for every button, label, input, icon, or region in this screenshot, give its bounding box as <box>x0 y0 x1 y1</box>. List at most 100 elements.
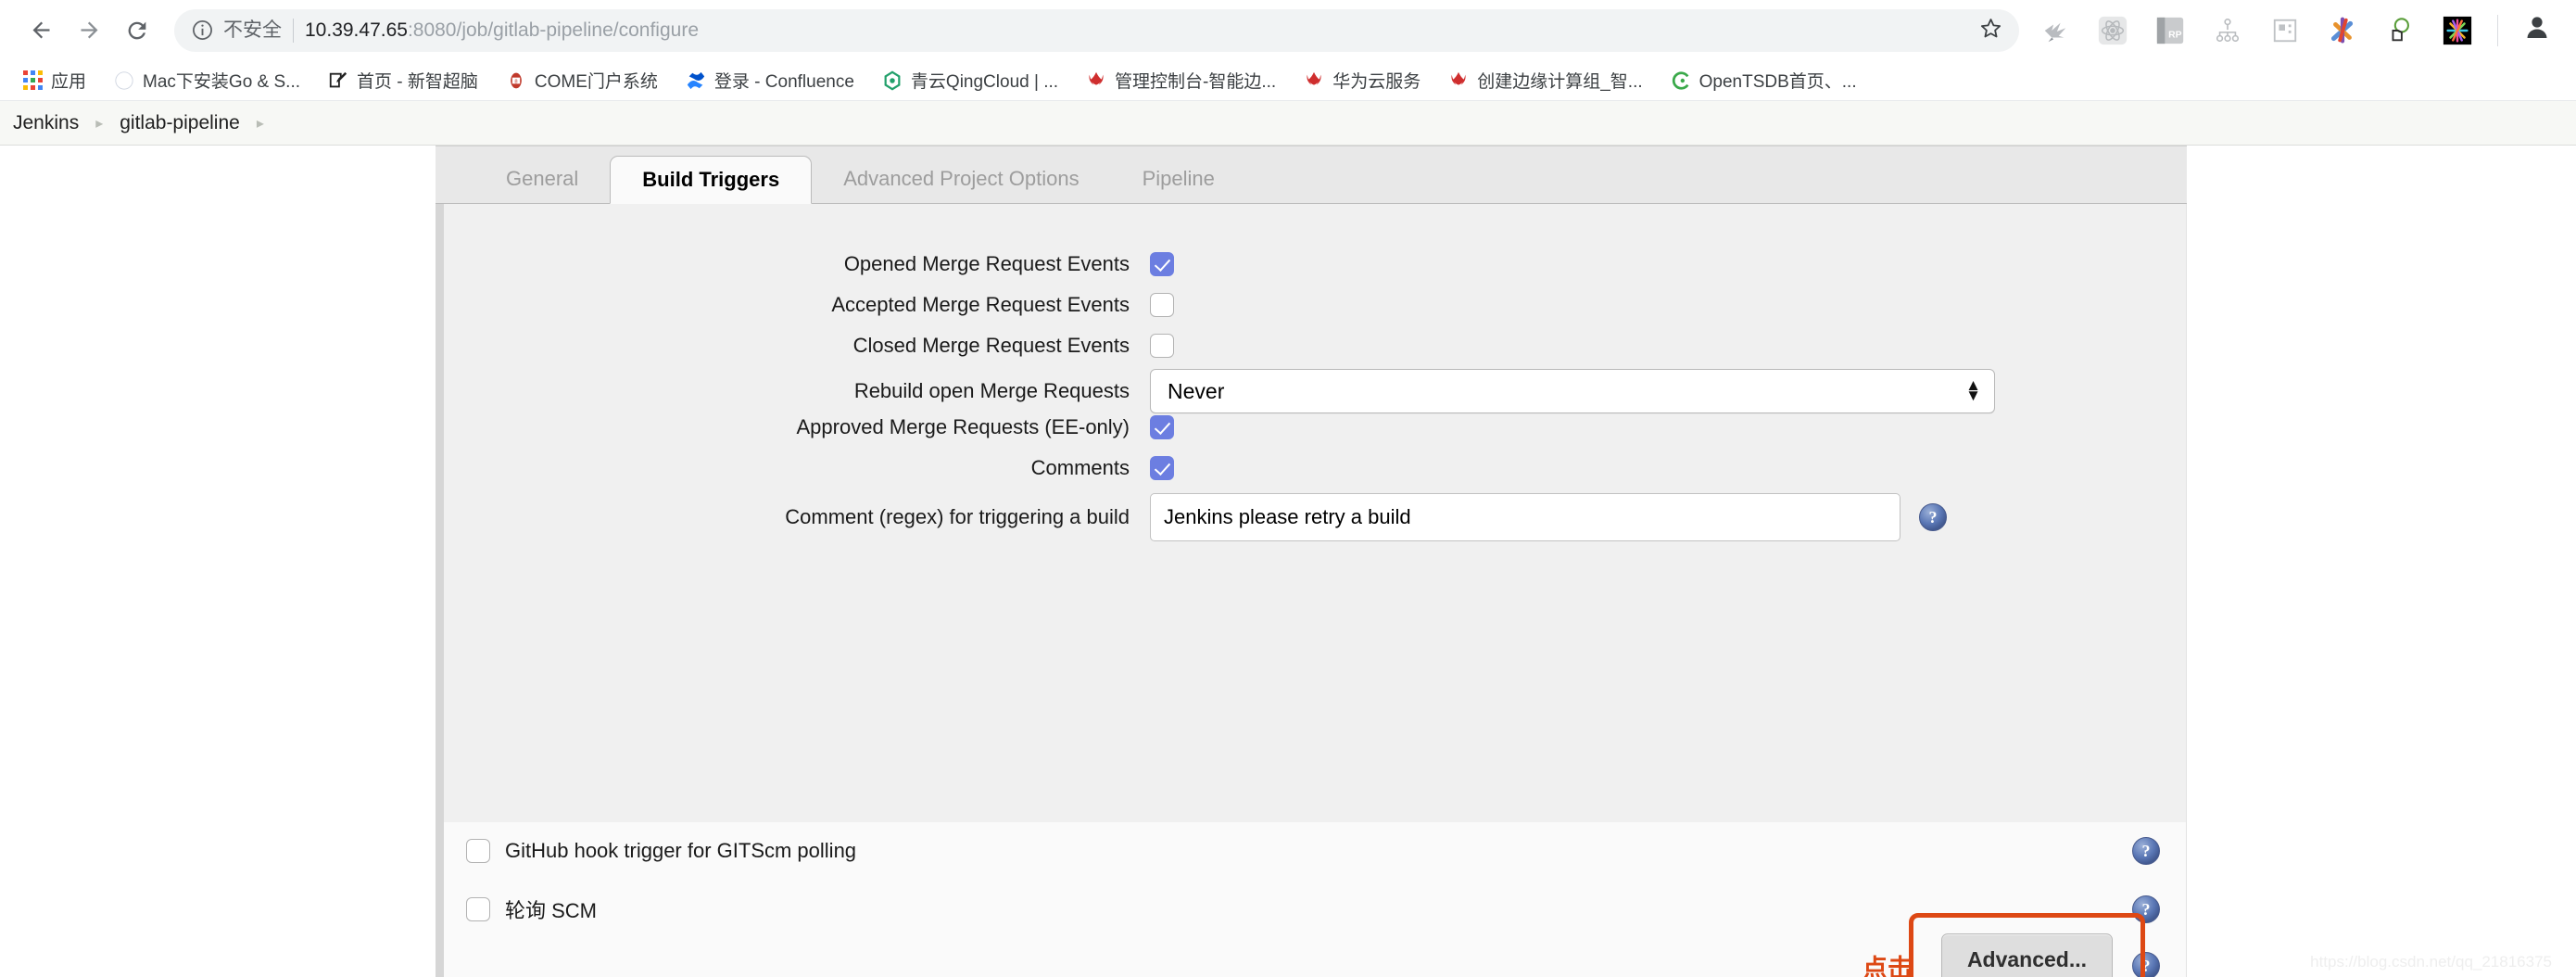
confluence-favicon <box>686 70 706 91</box>
advanced-button[interactable]: Advanced... <box>1941 933 2113 977</box>
input-comment-regex[interactable]: Jenkins please retry a build <box>1150 493 1900 541</box>
bookmark-item[interactable]: Mac下安装Go & S... <box>105 65 309 96</box>
breadcrumb-item-jenkins[interactable]: Jenkins <box>13 112 79 134</box>
qrcode-extension-icon[interactable] <box>2265 10 2305 51</box>
row-label: Opened Merge Request Events <box>444 252 1150 276</box>
checkbox-opened-merge-request-events[interactable] <box>1150 252 1174 276</box>
sitemap-extension-icon[interactable] <box>2207 10 2248 51</box>
checkbox-closed-merge-request-events[interactable] <box>1150 334 1174 358</box>
bookmark-label: 华为云服务 <box>1332 68 1421 93</box>
breadcrumb-separator-icon: ▸ <box>95 114 103 133</box>
extension-icon-bar: RP <box>2027 10 2486 51</box>
huawei-favicon <box>1304 70 1324 91</box>
reload-icon <box>124 18 150 44</box>
form-row-opened-merge-request-events: Opened Merge Request Events <box>444 252 2186 276</box>
row-field <box>1150 415 1174 439</box>
url-text: 10.39.47.65:8080/job/gitlab-pipeline/con… <box>305 19 1969 42</box>
click-annotation-text: 点击 <box>1863 948 1913 977</box>
bookmark-item[interactable]: 管理控制台-智能边... <box>1077 65 1285 96</box>
checkbox-poll-scm[interactable] <box>466 897 490 921</box>
user-profile-icon <box>2521 12 2553 48</box>
url-path: :8080/job/gitlab-pipeline/configure <box>408 19 699 41</box>
form-row-rebuild-open-merge-requests: Rebuild open Merge Requests Never ▲▼ <box>444 369 2186 413</box>
chevron-updown-icon: ▲▼ <box>1965 381 1981 400</box>
watermark-text: https://blog.csdn.net/qq_21816375 <box>2310 953 2552 971</box>
hummingbird-extension-icon[interactable] <box>2035 10 2076 51</box>
page-body: General Build Triggers Advanced Project … <box>0 146 2576 977</box>
form-row-accepted-merge-request-events: Accepted Merge Request Events <box>444 293 2186 317</box>
jenkins-page: Jenkins ▸ gitlab-pipeline ▸ General Buil… <box>0 101 2576 977</box>
bookmark-item[interactable]: 登录 - Confluence <box>676 65 864 96</box>
bookmark-item[interactable]: OpenTSDB首页、... <box>1661 65 1866 96</box>
profile-button[interactable] <box>2515 8 2559 53</box>
bookmark-apps-label: 应用 <box>51 68 86 93</box>
huawei-favicon <box>1448 70 1469 91</box>
tab-pipeline[interactable]: Pipeline <box>1111 155 1246 203</box>
back-arrow-icon <box>29 18 54 43</box>
opentsdb-favicon <box>1671 70 1691 91</box>
bookmark-label: 首页 - 新智超脑 <box>357 68 478 93</box>
xmind-extension-icon[interactable] <box>2322 10 2363 51</box>
bookmark-item[interactable]: 华为云服务 <box>1294 65 1430 96</box>
tab-build-triggers[interactable]: Build Triggers <box>610 156 812 204</box>
responsive-viewer-icon[interactable]: RP <box>2150 10 2191 51</box>
forward-arrow-icon <box>77 18 102 43</box>
checkbox-accepted-merge-request-events[interactable] <box>1150 293 1174 317</box>
huawei-favicon <box>1086 70 1106 91</box>
breadcrumb-item-gitlab-pipeline[interactable]: gitlab-pipeline <box>120 112 240 134</box>
react-devtools-icon[interactable] <box>2092 10 2133 51</box>
apps-grid-icon <box>22 70 43 91</box>
bookmark-star-icon <box>1978 16 2003 45</box>
form-row-approved-merge-requests: Approved Merge Requests (EE-only) <box>444 415 2186 439</box>
bookmark-item[interactable]: 首页 - 新智超脑 <box>319 65 487 96</box>
checkbox-github-hook-trigger[interactable] <box>466 839 490 863</box>
select-value: Never <box>1168 379 1224 404</box>
breadcrumb: Jenkins ▸ gitlab-pipeline ▸ <box>0 101 2576 146</box>
back-button[interactable] <box>17 6 65 55</box>
address-bar[interactable]: 不安全 10.39.47.65:8080/job/gitlab-pipeline… <box>174 9 2019 52</box>
form-row-comment-regex: Comment (regex) for triggering a build J… <box>444 493 2186 541</box>
row-field: Jenkins please retry a build ? <box>1150 493 1947 541</box>
bookmark-star-button[interactable] <box>1969 9 2012 52</box>
colorful-star-extension-icon[interactable] <box>2437 10 2478 51</box>
qingcloud-favicon <box>882 70 903 91</box>
form-row-closed-merge-request-events: Closed Merge Request Events <box>444 334 2186 358</box>
select-rebuild-open-merge-requests[interactable]: Never ▲▼ <box>1150 369 1995 413</box>
label-github-hook-trigger: GitHub hook trigger for GITScm polling <box>505 839 856 863</box>
row-field: Never ▲▼ <box>1150 369 1995 413</box>
tab-advanced-project-options[interactable]: Advanced Project Options <box>812 155 1110 203</box>
row-label: Comments <box>444 456 1150 480</box>
help-icon[interactable]: ? <box>2132 837 2160 865</box>
checkbox-comments[interactable] <box>1150 456 1174 480</box>
security-status-label: 不安全 <box>223 19 294 43</box>
advanced-button-highlight: Advanced... <box>1909 913 2145 977</box>
moon-favicon <box>114 70 134 91</box>
bookmark-label: Mac下安装Go & S... <box>143 68 300 93</box>
postman-interceptor-icon[interactable] <box>2380 10 2420 51</box>
checkbox-approved-merge-requests[interactable] <box>1150 415 1174 439</box>
bookmark-item[interactable]: 青云QingCloud | ... <box>873 65 1067 96</box>
info-circle-icon[interactable] <box>191 19 214 42</box>
row-label: Rebuild open Merge Requests <box>444 379 1150 403</box>
help-icon[interactable]: ? <box>1919 503 1947 531</box>
bookmark-label: 青云QingCloud | ... <box>911 68 1058 93</box>
row-field <box>1150 293 1174 317</box>
forward-button[interactable] <box>65 6 113 55</box>
bookmark-label: COME门户系统 <box>535 68 658 93</box>
bookmark-item[interactable]: 8 COME门户系统 <box>497 65 667 96</box>
config-form-area: General Build Triggers Advanced Project … <box>436 146 2187 977</box>
bookmark-label: OpenTSDB首页、... <box>1699 68 1857 93</box>
bookmark-item[interactable]: 创建边缘计算组_智... <box>1439 65 1651 96</box>
build-triggers-form-panel: Opened Merge Request Events Accepted Mer… <box>436 204 2187 822</box>
label-poll-scm: 轮询 SCM <box>505 895 597 924</box>
bookmarks-bar: 应用 Mac下安装Go & S... 首页 - 新智超脑 8 COME门户系统 … <box>0 60 2576 101</box>
bookmark-apps[interactable]: 应用 <box>13 65 95 96</box>
pencil-note-favicon <box>328 70 348 91</box>
row-github-hook-trigger: GitHub hook trigger for GITScm polling ? <box>466 837 2160 865</box>
bookmark-label: 管理控制台-智能边... <box>1115 68 1276 93</box>
reload-button[interactable] <box>113 6 161 55</box>
row-field <box>1150 456 1174 480</box>
svg-text:8: 8 <box>514 79 517 84</box>
tab-general[interactable]: General <box>474 155 610 203</box>
row-label: Closed Merge Request Events <box>444 334 1150 358</box>
